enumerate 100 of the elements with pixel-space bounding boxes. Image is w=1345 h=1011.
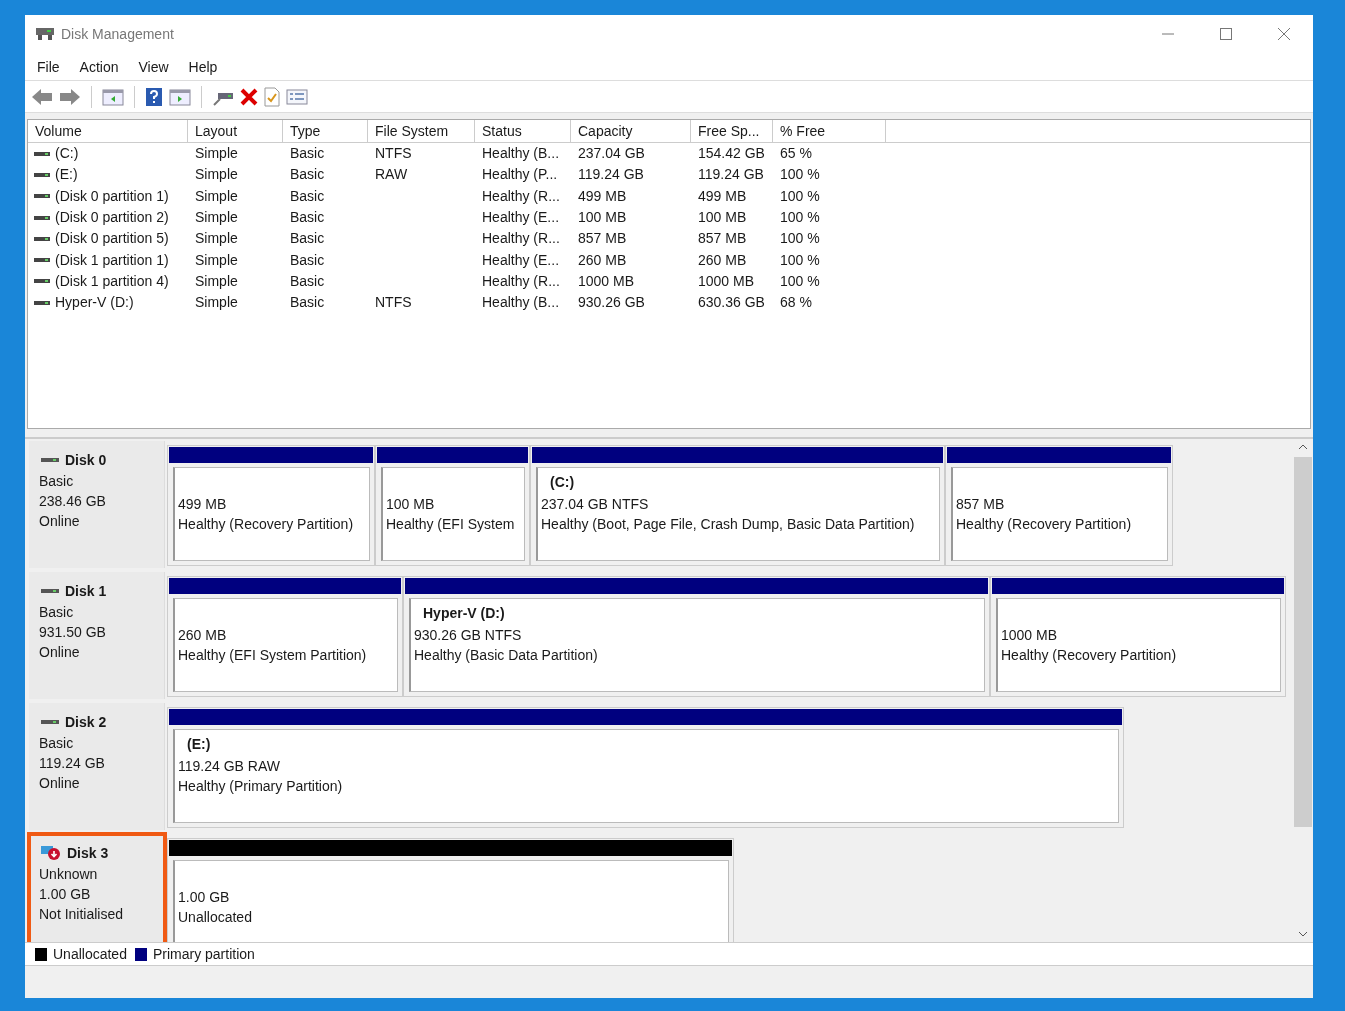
forward-arrow-icon[interactable] (59, 87, 81, 106)
scroll-up-icon[interactable] (1298, 443, 1308, 451)
disk-info-panel[interactable]: Disk 1 Basic 931.50 GB Online (29, 572, 165, 699)
table-cell-text: 260 MB (698, 250, 747, 270)
table-cell-text: 499 MB (698, 186, 747, 206)
table-cell-text: (Disk 0 partition 1) (55, 186, 169, 206)
partition-block[interactable]: 260 MB Healthy (EFI System Partition) (167, 576, 403, 697)
table-cell-text: (Disk 0 partition 5) (55, 229, 169, 249)
partition-detail: Healthy (EFI System Partition) (178, 646, 368, 665)
column-header[interactable]: Volume (28, 120, 188, 142)
partition-block[interactable]: Hyper-V (D:) 930.26 GB NTFS Healthy (Basic Data Partition) (403, 576, 990, 697)
table-cell-text: Simple (195, 208, 238, 228)
back-arrow-icon[interactable] (31, 87, 53, 106)
disk-name: Disk 1 (65, 583, 107, 599)
table-cell-text: Basic (290, 229, 325, 249)
partition-block[interactable]: 1.00 GB Unallocated (167, 838, 734, 942)
disk-detail: 931.50 GB (39, 623, 107, 642)
delete-icon[interactable] (240, 87, 258, 106)
checked-document-icon[interactable] (264, 86, 280, 107)
disk-name: Disk 0 (65, 452, 107, 468)
table-cell-text: Simple (195, 293, 238, 313)
column-header[interactable]: Status (475, 120, 571, 142)
help-icon[interactable] (145, 86, 163, 107)
maximize-icon[interactable] (1219, 27, 1233, 41)
partition-detail: 119.24 GB RAW (178, 757, 281, 776)
table-cell-text: Healthy (R... (482, 229, 560, 249)
table-cell-text: 1000 MB (578, 271, 635, 291)
table-cell-text: 260 MB (578, 250, 627, 270)
table-cell-text: Healthy (E... (482, 250, 560, 270)
disk-name: Disk 3 (67, 845, 109, 861)
table-cell-text: Healthy (B... (482, 144, 560, 164)
table-cell-text: 119.24 GB (698, 165, 764, 185)
volume-icon (34, 150, 50, 157)
partition-block[interactable]: 100 MB Healthy (EFI System (375, 445, 530, 566)
partition-block[interactable]: 499 MB Healthy (Recovery Partition) (167, 445, 375, 566)
disk-error-icon (41, 845, 61, 861)
partition-detail: 1.00 GB (178, 888, 231, 907)
table-cell-text: Basic (290, 208, 325, 228)
partition-detail: Healthy (Recovery Partition) (178, 515, 355, 534)
close-icon[interactable] (1277, 27, 1291, 41)
partition-block[interactable]: 857 MB Healthy (Recovery Partition) (945, 445, 1173, 566)
table-cell-text: Healthy (B... (482, 293, 560, 313)
disk-detail: Online (39, 512, 81, 531)
scroll-down-icon[interactable] (1298, 930, 1308, 938)
table-cell-text: 68 % (780, 293, 812, 313)
table-cell-text: Healthy (P... (482, 165, 558, 185)
menu-item[interactable]: Action (79, 58, 119, 75)
partition-detail: 1000 MB (1001, 626, 1059, 645)
menu-item[interactable]: View (138, 58, 169, 75)
table-cell-text: 100 % (780, 165, 820, 185)
column-header[interactable]: % Free (773, 120, 886, 142)
volume-icon (34, 171, 50, 178)
partition-title: (E:) (186, 736, 212, 754)
disk-info-panel[interactable]: Disk 0 Basic 238.46 GB Online (29, 441, 165, 568)
column-header[interactable]: Capacity (571, 120, 691, 142)
column-header[interactable]: Type (283, 120, 368, 142)
panel-icon[interactable] (102, 87, 124, 106)
disk-detail: Not Initialised (39, 905, 125, 924)
disk-detail: Online (39, 774, 81, 793)
table-cell-text: Simple (195, 229, 238, 249)
partition-detail: 499 MB (178, 495, 228, 514)
table-cell-text: Basic (290, 250, 325, 270)
table-cell-text: 119.24 GB (578, 165, 644, 185)
table-cell-text: 100 % (780, 250, 820, 270)
disk-detail: Basic (39, 734, 75, 753)
table-cell-text: 630.36 GB (698, 293, 765, 313)
table-cell-text: RAW (375, 165, 408, 185)
table-cell-text: 930.26 GB (578, 293, 645, 313)
volume-icon (34, 299, 50, 306)
table-cell-text: Simple (195, 144, 238, 164)
partition-block[interactable]: (E:) 119.24 GB RAW Healthy (Primary Partition) (167, 707, 1124, 828)
disk-info-panel[interactable]: Disk 3 Unknown 1.00 GB Not Initialised (29, 834, 165, 942)
table-cell-text: (Disk 1 partition 1) (55, 250, 169, 270)
panel-icon[interactable] (169, 87, 191, 106)
disk-detail: Online (39, 643, 81, 662)
volume-icon (34, 235, 50, 242)
table-cell-text: 857 MB (698, 229, 747, 249)
column-header[interactable]: File System (368, 120, 475, 142)
column-header[interactable]: Layout (188, 120, 283, 142)
table-cell-text: 100 % (780, 208, 820, 228)
partition-block[interactable]: (C:) 237.04 GB NTFS Healthy (Boot, Page File, Crash Dump, Basic Data Partition) (530, 445, 945, 566)
disk-info-panel[interactable]: Disk 2 Basic 119.24 GB Online (29, 703, 165, 830)
partition-detail: Unallocated (178, 908, 253, 927)
partition-block[interactable]: 1000 MB Healthy (Recovery Partition) (990, 576, 1286, 697)
table-cell-text: Healthy (R... (482, 271, 560, 291)
partition-title: Hyper-V (D:) (422, 605, 506, 623)
table-cell-text: 100 % (780, 229, 820, 249)
partition-detail: 100 MB (386, 495, 436, 514)
legend-label: Unallocated (53, 946, 127, 962)
table-cell-text: 100 % (780, 186, 820, 206)
checklist-icon[interactable] (286, 87, 308, 106)
table-cell-text: 100 % (780, 271, 820, 291)
menu-item[interactable]: Help (188, 58, 218, 75)
table-cell-text: (Disk 0 partition 2) (55, 208, 169, 228)
volume-icon (34, 278, 50, 285)
partition-detail: 260 MB (178, 626, 228, 645)
table-cell-text: 857 MB (578, 229, 627, 249)
column-header[interactable]: Free Sp... (691, 120, 773, 142)
partition-detail: 237.04 GB NTFS (541, 495, 650, 514)
menu-item[interactable]: File (37, 58, 60, 75)
